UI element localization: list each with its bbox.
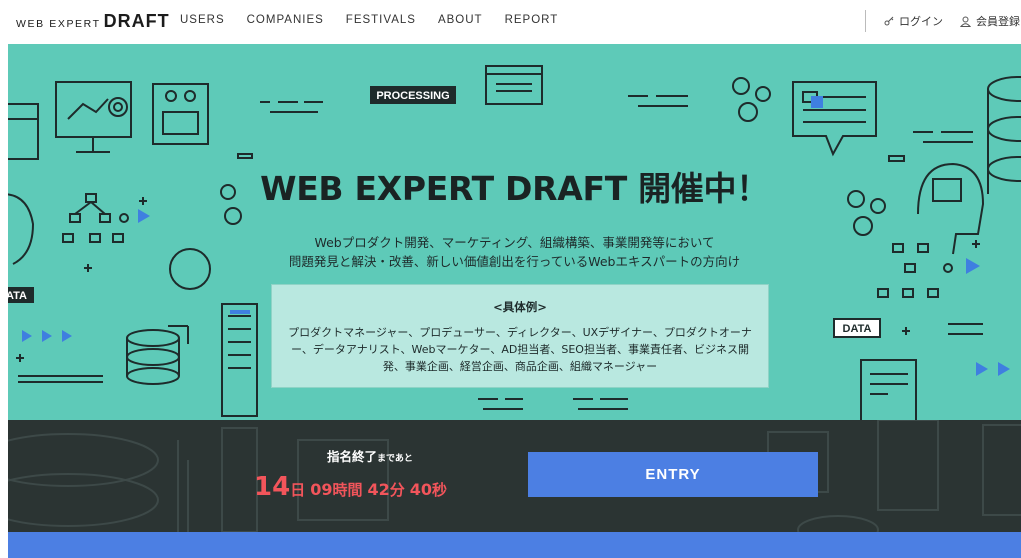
key-icon: [884, 16, 894, 26]
logo-text-small: WEB EXPERT: [16, 18, 101, 30]
timer-hours: 09: [310, 480, 333, 499]
logo-text-big: DRAFT: [103, 11, 170, 31]
document-icon: [221, 303, 258, 417]
hero-description-line2: 問題発見と解決・改善、新しい価値創出を行っているWebエキスパートの方向け: [288, 254, 741, 269]
timer-seconds: 40: [409, 480, 433, 499]
timer-days-unit: 日: [290, 481, 306, 499]
timer-seconds-unit: 秒: [432, 481, 448, 499]
register-label: 会員登録: [976, 15, 1020, 28]
nav-item-companies[interactable]: COMPANIES: [247, 14, 324, 26]
deadline-label-main: 指名終了: [327, 449, 378, 464]
nav-item-festivals[interactable]: FESTIVALS: [346, 14, 416, 26]
tablet-icon: [860, 359, 917, 420]
examples-text: プロダクトマネージャー、プロデューサー、ディレクター、UXデザイナー、プロダクト…: [288, 326, 752, 373]
nav-item-about[interactable]: ABOUT: [438, 14, 483, 26]
hero-title: WEB EXPERT DRAFT 開催中！: [260, 169, 769, 208]
page: WEB EXPERT DRAFT USERS COMPANIES FESTIVA…: [0, 0, 1021, 558]
timer-days: 14: [254, 472, 291, 502]
bottom-blue-strip: [8, 532, 1021, 558]
data-label-right: DATA: [843, 323, 872, 335]
nav-item-users[interactable]: USERS: [180, 14, 225, 26]
timer-minutes-unit: 分: [389, 481, 405, 499]
folder-icon: [8, 103, 39, 160]
hero-description: Webプロダクト開発、マーケティング、組織構築、事業開発等において 問題発見と解…: [8, 233, 1021, 271]
register-link[interactable]: 会員登録: [960, 13, 1020, 29]
countdown-band: 指名終了まであと 14 日 09 時間 42 分 40 秒 ENTRY: [8, 420, 1021, 532]
hero-description-line1: Webプロダクト開発、マーケティング、組織構築、事業開発等において: [314, 235, 715, 250]
nav-item-report[interactable]: REPORT: [505, 14, 559, 26]
timer-minutes: 42: [367, 480, 390, 499]
login-link[interactable]: ログイン: [884, 13, 943, 29]
processing-label: PROCESSING: [376, 90, 449, 102]
main-nav: USERS COMPANIES FESTIVALS ABOUT REPORT: [180, 14, 580, 26]
entry-button[interactable]: ENTRY: [528, 452, 818, 497]
site-header: WEB EXPERT DRAFT USERS COMPANIES FESTIVA…: [0, 0, 1021, 44]
timer-hours-unit: 時間: [332, 481, 363, 499]
examples-box: <具体例> プロダクトマネージャー、プロデューサー、ディレクター、UXデザイナー…: [271, 284, 769, 388]
header-divider: [865, 10, 866, 32]
data-label-left: ATA: [8, 290, 27, 302]
site-logo[interactable]: WEB EXPERT DRAFT: [16, 11, 170, 32]
examples-title: <具体例>: [493, 300, 547, 314]
deadline-label-small: まであと: [377, 454, 413, 464]
hero-section: PROCESSING ATA DATA WEB EXPERT DRAFT 開催中…: [8, 44, 1021, 420]
band-illustration: [8, 420, 1021, 532]
user-icon: [960, 16, 971, 27]
deadline-label: 指名終了まであと: [327, 446, 413, 465]
countdown-timer: 14 日 09 時間 42 分 40 秒: [254, 472, 452, 502]
login-label: ログイン: [899, 15, 943, 28]
gear-icon: [732, 77, 750, 95]
database-icon: [987, 76, 1021, 102]
